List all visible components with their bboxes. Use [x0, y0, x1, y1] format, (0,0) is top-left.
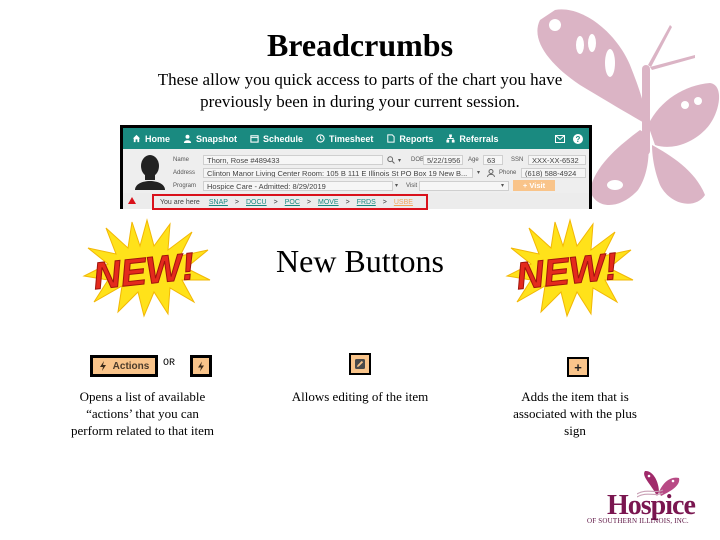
breadcrumb-separator: >: [234, 198, 239, 206]
actions-description: Opens a list of available “actions’ that…: [71, 389, 214, 438]
dropdown-caret-icon[interactable]: ▾: [398, 157, 401, 164]
breadcrumb-separator: >: [306, 198, 311, 206]
nav-item-snapshot[interactable]: Snapshot: [183, 134, 237, 144]
add-visit-button[interactable]: + Visit: [513, 180, 555, 191]
dropdown-caret-icon[interactable]: ▾: [501, 182, 504, 189]
help-icon[interactable]: ?: [573, 133, 583, 144]
phone-field[interactable]: (618) 588-4924: [521, 168, 586, 178]
document-icon: [387, 134, 396, 143]
add-button[interactable]: +: [567, 357, 589, 377]
logo-subtitle: OF SOUTHERN ILLINOIS, INC.: [587, 517, 689, 525]
person-icon: [183, 134, 192, 143]
edit-icon: [355, 359, 365, 369]
person-icon: [487, 169, 495, 177]
name-label: Name: [173, 157, 190, 163]
nav-item-reports[interactable]: Reports: [386, 134, 433, 144]
plus-icon: +: [569, 359, 587, 375]
edit-button[interactable]: [349, 353, 371, 375]
org-icon: [446, 134, 455, 143]
hospice-logo: Hospice OF SOUTHERN ILLINOIS, INC.: [585, 470, 715, 532]
clock-icon: [316, 134, 325, 143]
nav-item-home[interactable]: Home: [132, 134, 170, 144]
edit-description: Allows editing of the item: [291, 389, 429, 404]
breadcrumb-link[interactable]: FRDS: [357, 199, 376, 206]
visit-select[interactable]: [419, 181, 509, 191]
actions-button[interactable]: Actions: [90, 355, 158, 377]
breadcrumb-separator: >: [382, 198, 387, 206]
actions-label: Actions: [112, 360, 150, 372]
breadcrumb-link[interactable]: SNAP: [209, 199, 228, 206]
program-label: Program: [173, 183, 197, 189]
top-nav-bar: Home Snapshot Schedule Timesheet Reports…: [123, 128, 589, 149]
ssn-field[interactable]: XXX-XX-6532: [528, 155, 586, 165]
nav-item-schedule[interactable]: Schedule: [250, 134, 303, 144]
nav-label: Referrals: [459, 133, 499, 144]
actions-icon-button[interactable]: [190, 355, 212, 377]
breadcrumb-link[interactable]: POC: [285, 199, 300, 206]
nav-item-referrals[interactable]: Referrals: [446, 134, 498, 144]
breadcrumb-separator: >: [273, 198, 278, 206]
breadcrumb-link[interactable]: MOVE: [318, 199, 339, 206]
lightning-icon: [99, 361, 106, 371]
nav-label: Timesheet: [329, 133, 374, 144]
nav-item-timesheet[interactable]: Timesheet: [316, 134, 373, 144]
home-icon: [132, 134, 141, 143]
mail-icon[interactable]: [555, 134, 565, 143]
breadcrumb-link[interactable]: DOCU: [246, 199, 267, 206]
nav-label: Snapshot: [196, 133, 238, 144]
age-label: Age: [468, 157, 479, 163]
ssn-label: SSN: [511, 157, 524, 163]
name-field[interactable]: Thorn, Rose #489433: [203, 155, 383, 165]
search-icon[interactable]: [387, 156, 395, 164]
program-field[interactable]: Hospice Care - Admitted: 8/29/2019: [203, 181, 393, 191]
dropdown-caret-icon[interactable]: ▾: [395, 182, 398, 189]
add-description: Adds the item that is associated with th…: [513, 389, 637, 438]
breadcrumb-current[interactable]: USBE: [394, 199, 413, 206]
svg-text:?: ?: [576, 135, 581, 144]
dropdown-caret-icon[interactable]: ▾: [477, 169, 480, 176]
lightning-icon: [198, 361, 204, 371]
you-are-here-label: You are here: [160, 198, 200, 206]
dob-field[interactable]: 5/22/1956: [423, 155, 463, 165]
breadcrumb-separator: >: [345, 198, 350, 206]
nav-label: Home: [145, 133, 171, 144]
nav-label: Schedule: [263, 133, 304, 144]
section-title: New Buttons: [276, 243, 444, 279]
visit-label: Visit: [406, 183, 418, 189]
alert-icon[interactable]: [128, 197, 136, 205]
app-screenshot: Home Snapshot Schedule Timesheet Reports…: [120, 125, 592, 210]
slide-title: Breadcrumbs: [266, 27, 454, 63]
nav-label: Reports: [399, 133, 434, 144]
calendar-icon: [250, 135, 259, 143]
address-field[interactable]: Clinton Manor Living Center Room: 105 B …: [203, 168, 473, 178]
age-field[interactable]: 63: [483, 155, 503, 165]
slide-subtitle: These allow you quick access to parts of…: [157, 70, 563, 111]
patient-avatar: [135, 155, 165, 190]
phone-label: Phone: [499, 170, 517, 176]
address-label: Address: [173, 170, 196, 176]
or-label: OR: [163, 358, 176, 369]
breadcrumb: You are here SNAP > DOCU > POC > MOVE > …: [152, 194, 428, 210]
